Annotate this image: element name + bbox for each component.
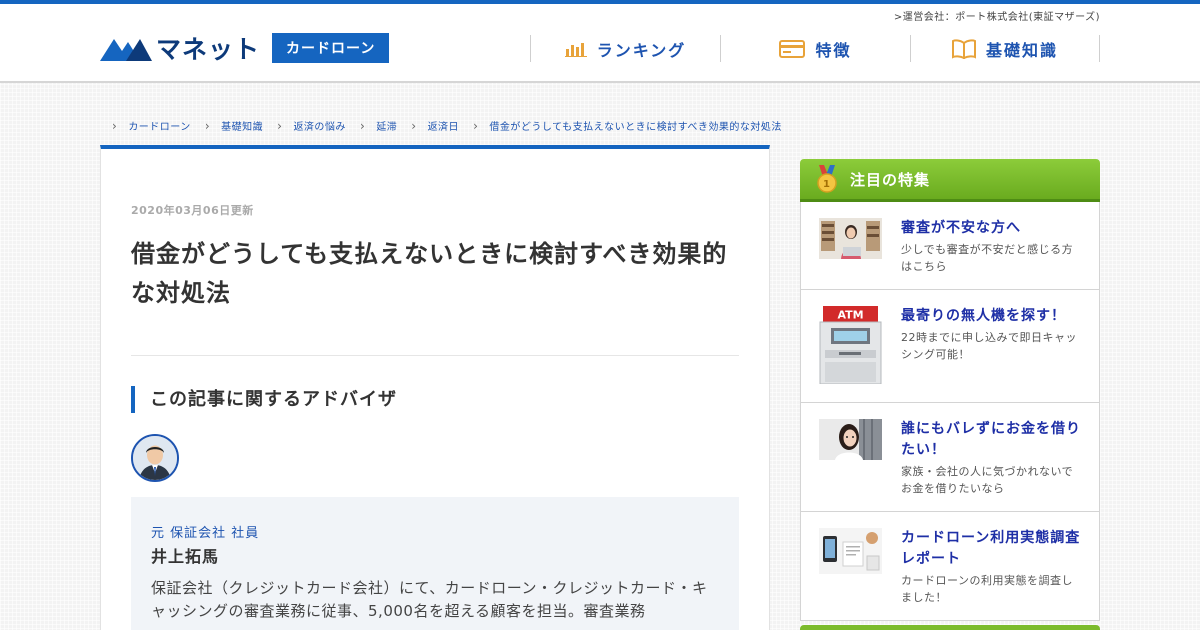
woman-peeking-photo (819, 419, 882, 497)
breadcrumb-current: › 借金がどうしても支払えないときに検討すべき効果的な対処法 (473, 118, 782, 134)
card-icon (779, 39, 806, 58)
chevron-right-icon: › (359, 118, 366, 133)
chevron-right-icon: › (112, 118, 118, 133)
article-card: 2020年03月06日更新 借金がどうしても支払えないときに検討すべき効果的な対… (100, 145, 770, 630)
advisor-name: 井上拓馬 (151, 547, 220, 566)
breadcrumb: › カードローン › 基礎知識 › 返済の悩み › 延滞 › 返済日 › 借金がどうしても支… (112, 118, 796, 134)
sidebar: 1 注目の特集 審査が不安な方へ 少しでも審査が不安だと感じる方はこちら ATM… (800, 159, 1100, 621)
updated-date: 2020年03月06日更新 (131, 204, 254, 217)
breadcrumb-item[interactable]: › 返済日 (411, 118, 459, 134)
featured-list: 審査が不安な方へ 少しでも審査が不安だと感じる方はこちら ATM 最寄りの無人機 (800, 202, 1100, 621)
svg-text:ATM: ATM (837, 309, 863, 322)
chevron-right-icon: › (411, 118, 417, 133)
nav-basics[interactable]: 基礎知識 (910, 35, 1100, 62)
svg-text:1: 1 (823, 179, 831, 190)
featured-item-desc: 少しでも審査が不安だと感じる方はこちら (901, 243, 1074, 273)
breadcrumb-item[interactable]: › カードローン (112, 118, 191, 134)
article-title: 借金がどうしても支払えないときに検討すべき効果的な対処法 (131, 240, 728, 307)
logo-mark-icon (100, 39, 152, 61)
book-icon (951, 38, 976, 59)
desk-phone-photo (819, 528, 882, 606)
featured-item-title[interactable]: 審査が不安な方へ (901, 218, 1081, 239)
woman-laptop-photo (819, 218, 882, 275)
person-avatar-icon (133, 436, 177, 480)
breadcrumb-item[interactable]: › 返済の悩み (277, 118, 346, 134)
featured-heading-label: 注目の特集 (850, 170, 931, 189)
featured-item-desc: 22時までに申し込みで即日キャッシング可能！ (901, 331, 1077, 361)
featured-item-desc: カードローンの利用実態を調査しました！ (901, 574, 1073, 604)
advisor-profile: 元 保証会社 社員 井上拓馬 保証会社（クレジットカード会社）にて、カードローン… (131, 497, 739, 630)
breadcrumb-item[interactable]: › 延滞 (359, 118, 397, 134)
advisor-heading: この記事に関するアドバイザ (131, 386, 397, 413)
medal-icon: 1 (817, 165, 837, 193)
featured-item-atm[interactable]: ATM 最寄りの無人機を探す！ 22時までに申し込みで即日キャッシング可能！ (801, 290, 1099, 403)
featured-item-anxious[interactable]: 審査が不安な方へ 少しでも審査が不安だと感じる方はこちら (801, 202, 1099, 290)
featured-item-survey[interactable]: カードローン利用実態調査レポート カードローンの利用実態を調査しました！ (801, 512, 1099, 620)
advisor-description: 保証会社（クレジットカード会社）にて、カードローン・クレジットカード・キャッシン… (151, 579, 708, 620)
advisor-avatar (131, 434, 179, 482)
featured-item-secret[interactable]: 誰にもバレずにお金を借りたい！ 家族・会社の人に気づかれないでお金を借りたいなら (801, 403, 1099, 512)
chevron-right-icon: › (204, 118, 211, 133)
featured-item-title[interactable]: 最寄りの無人機を探す！ (901, 306, 1081, 327)
nav-features[interactable]: 特徴 (720, 35, 910, 62)
featured-item-title[interactable]: カードローン利用実態調査レポート (901, 528, 1081, 570)
featured-item-desc: 家族・会社の人に気づかれないでお金を借りたいなら (901, 465, 1074, 495)
breadcrumb-item[interactable]: › 基礎知識 (204, 118, 263, 134)
chevron-right-icon: › (277, 118, 283, 133)
bar-chart-icon (564, 42, 587, 57)
advisor-role: 元 保証会社 社員 (151, 526, 260, 541)
logo-text: マネット (156, 35, 261, 64)
title-divider (131, 355, 739, 356)
operator-link[interactable]: >運営会社：ポート株式会社(東証マザーズ) (894, 8, 1100, 23)
featured-heading: 1 注目の特集 (800, 159, 1100, 202)
site-header: >運営会社：ポート株式会社(東証マザーズ) マネット カードローン ランキング (0, 4, 1200, 83)
nav-ranking-label: ランキング (596, 40, 687, 60)
next-sidebar-section (800, 625, 1100, 630)
chevron-right-icon: › (473, 118, 479, 133)
global-nav: ランキング 特徴 基礎知識 (530, 35, 1100, 62)
nav-basics-label: 基礎知識 (985, 40, 1058, 60)
atm-illustration: ATM (819, 306, 882, 388)
featured-item-title[interactable]: 誰にもバレずにお金を借りたい！ (901, 419, 1081, 461)
site-logo[interactable]: マネット カードローン (100, 30, 390, 66)
nav-features-label: 特徴 (815, 40, 852, 60)
nav-ranking[interactable]: ランキング (530, 35, 720, 62)
logo-badge: カードローン (272, 33, 390, 63)
